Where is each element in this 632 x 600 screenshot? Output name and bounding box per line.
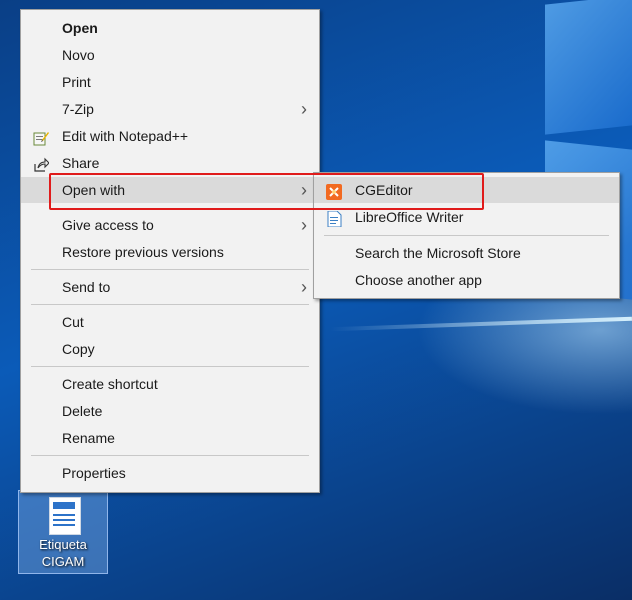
chevron-right-icon: ›: [301, 99, 307, 119]
menu-item-restore-versions[interactable]: Restore previous versions: [21, 239, 319, 265]
windows-logo-pane-top: [545, 0, 632, 135]
menu-item-delete[interactable]: Delete: [21, 398, 319, 424]
menu-separator: [31, 455, 309, 456]
context-menu: Open Novo Print 7-Zip › Edit with Notepa…: [20, 9, 320, 493]
menu-item-open[interactable]: Open: [21, 15, 319, 41]
menu-item-novo[interactable]: Novo: [21, 42, 319, 68]
document-icon: [49, 497, 81, 535]
menu-item-send-to[interactable]: Send to ›: [21, 274, 319, 300]
wallpaper-light-beam: [330, 316, 632, 332]
menu-item-7zip[interactable]: 7-Zip ›: [21, 96, 319, 122]
share-icon: [33, 155, 50, 172]
menu-separator: [31, 366, 309, 367]
menu-item-give-access[interactable]: Give access to ›: [21, 212, 319, 238]
menu-item-print[interactable]: Print: [21, 69, 319, 95]
menu-item-properties[interactable]: Properties: [21, 460, 319, 486]
menu-item-edit-notepad[interactable]: Edit with Notepad++: [21, 123, 319, 149]
highlight-annotation: [49, 173, 484, 210]
chevron-right-icon: ›: [301, 215, 307, 235]
libreoffice-writer-icon: [326, 209, 342, 228]
notepad-plus-plus-icon: [33, 128, 49, 146]
menu-separator: [31, 304, 309, 305]
menu-item-copy[interactable]: Copy: [21, 336, 319, 362]
chevron-right-icon: ›: [301, 277, 307, 297]
desktop-file-icon[interactable]: Etiqueta CIGAM: [18, 490, 108, 574]
submenu-separator: [324, 235, 609, 236]
menu-item-rename[interactable]: Rename: [21, 425, 319, 451]
submenu-item-search-store[interactable]: Search the Microsoft Store: [314, 240, 619, 266]
menu-separator: [31, 269, 309, 270]
submenu-item-choose-another-app[interactable]: Choose another app: [314, 267, 619, 293]
desktop-file-label: Etiqueta CIGAM: [39, 537, 87, 569]
menu-item-cut[interactable]: Cut: [21, 309, 319, 335]
menu-item-create-shortcut[interactable]: Create shortcut: [21, 371, 319, 397]
